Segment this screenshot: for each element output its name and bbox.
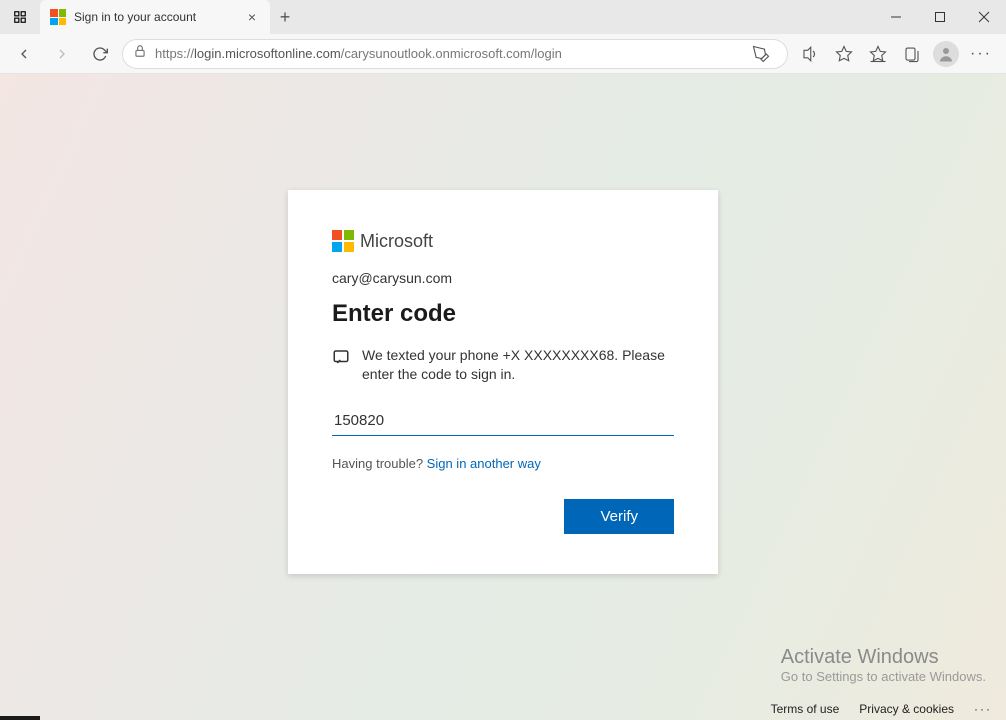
brand-row: Microsoft: [332, 230, 674, 252]
account-email: cary@carysun.com: [332, 270, 674, 286]
favorites-star-icon[interactable]: [828, 38, 860, 70]
url-field[interactable]: https://login.microsoftonline.com/carysu…: [122, 39, 788, 69]
verify-button[interactable]: Verify: [564, 499, 674, 534]
page-content: Microsoft cary@carysun.com Enter code We…: [0, 74, 1006, 720]
microsoft-favicon-icon: [50, 9, 66, 25]
profile-avatar[interactable]: [930, 38, 962, 70]
window-controls: [874, 0, 1006, 34]
footer-more-icon[interactable]: ···: [974, 702, 992, 716]
window-titlebar: Sign in to your account × +: [0, 0, 1006, 34]
close-window-button[interactable]: [962, 0, 1006, 34]
favorites-list-icon[interactable]: [862, 38, 894, 70]
lock-icon: [133, 44, 147, 63]
new-tab-button[interactable]: +: [270, 7, 300, 28]
sms-icon: [332, 348, 350, 384]
more-menu-icon[interactable]: ···: [964, 45, 998, 63]
terms-link[interactable]: Terms of use: [771, 702, 840, 716]
code-input[interactable]: [332, 406, 674, 436]
read-aloud-icon[interactable]: [794, 38, 826, 70]
login-card: Microsoft cary@carysun.com Enter code We…: [288, 190, 718, 574]
forward-button[interactable]: [46, 38, 78, 70]
back-button[interactable]: [8, 38, 40, 70]
trouble-prefix: Having trouble?: [332, 456, 427, 471]
activate-windows-watermark: Activate Windows Go to Settings to activ…: [781, 646, 986, 684]
trouble-row: Having trouble? Sign in another way: [332, 456, 674, 471]
pen-icon[interactable]: [745, 38, 777, 70]
url-text: https://login.microsoftonline.com/carysu…: [155, 46, 737, 61]
brand-name: Microsoft: [360, 231, 433, 252]
tab-overview-icon[interactable]: [0, 10, 40, 24]
watermark-title: Activate Windows: [781, 646, 986, 669]
maximize-button[interactable]: [918, 0, 962, 34]
watermark-subtitle: Go to Settings to activate Windows.: [781, 669, 986, 684]
taskbar-fragment: [0, 716, 40, 720]
tab-close-icon[interactable]: ×: [244, 9, 260, 25]
tab-title: Sign in to your account: [74, 10, 236, 24]
address-bar: https://login.microsoftonline.com/carysu…: [0, 34, 1006, 74]
sign-in-another-way-link[interactable]: Sign in another way: [427, 456, 541, 471]
browser-tab[interactable]: Sign in to your account ×: [40, 0, 270, 34]
microsoft-logo-icon: [332, 230, 354, 252]
minimize-button[interactable]: [874, 0, 918, 34]
card-heading: Enter code: [332, 300, 674, 328]
instruction-row: We texted your phone +X XXXXXXXX68. Plea…: [332, 346, 674, 384]
refresh-button[interactable]: [84, 38, 116, 70]
collections-icon[interactable]: [896, 38, 928, 70]
page-footer: Terms of use Privacy & cookies ···: [771, 702, 992, 716]
privacy-link[interactable]: Privacy & cookies: [859, 702, 954, 716]
instruction-text: We texted your phone +X XXXXXXXX68. Plea…: [362, 346, 674, 384]
